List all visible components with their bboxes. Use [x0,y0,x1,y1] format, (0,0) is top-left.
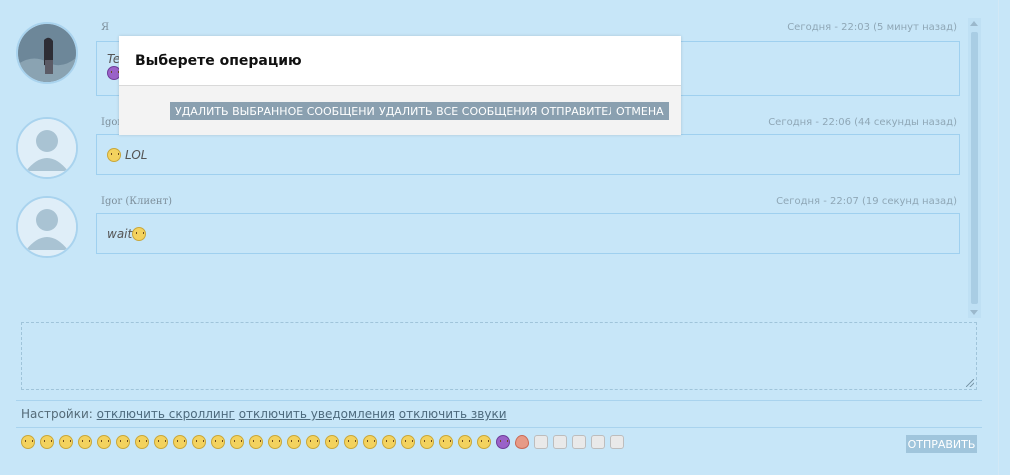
disable-notifications-link[interactable]: отключить уведомления [239,407,395,421]
message-input[interactable] [21,322,977,390]
blush-emoji-icon[interactable] [116,435,130,449]
grin-emoji-icon[interactable] [40,435,54,449]
tongue-wink-emoji-icon [132,226,147,241]
victory-emoji-icon[interactable] [591,435,605,449]
emoji-picker-bar [21,435,624,451]
resize-grip-icon[interactable] [966,379,974,387]
delete-all-button[interactable]: УДАЛИТЬ ВСЕ СООБЩЕНИЯ ОТПРАВИТЕЛЯ [374,102,630,120]
relieved-emoji-icon[interactable] [458,435,472,449]
rage-emoji-icon[interactable] [363,435,377,449]
scream-emoji-icon[interactable] [287,435,301,449]
delete-selected-button[interactable]: УДАЛИТЬ ВЫБРАННОЕ СООБЩЕНИЕ [170,102,387,120]
unamused-emoji-icon[interactable] [325,435,339,449]
scroll-down-icon[interactable] [970,310,978,315]
heart-eyes-emoji-icon[interactable] [135,435,149,449]
weary-emoji-icon[interactable] [268,435,282,449]
send-button[interactable]: ОТПРАВИТЬ [906,435,977,453]
smile-emoji-icon[interactable] [21,435,35,449]
message-timestamp: Сегодня - 22:06 (44 секунды назад) [768,117,957,128]
heart-emoji-icon[interactable] [515,435,529,449]
disable-scrolling-link[interactable]: отключить скроллинг [97,407,235,421]
settings-label: Настройки: [21,407,93,421]
smirk-emoji-icon[interactable] [192,435,206,449]
message-timestamp: Сегодня - 22:03 (5 минут назад) [787,22,957,33]
astonished-emoji-icon[interactable] [420,435,434,449]
point-up-emoji-icon[interactable] [572,435,586,449]
message-author: Igor (Клиент) [101,196,173,207]
dizzy-emoji-icon[interactable] [173,435,187,449]
message-item[interactable]: Igor (Клиент) Сегодня - 22:07 (19 секунд… [0,196,965,258]
message-scrollbar[interactable] [968,18,981,318]
cancel-button[interactable]: ОТМЕНА [611,102,669,120]
cry-emoji-icon[interactable] [249,435,263,449]
sleepy-emoji-icon[interactable] [477,435,491,449]
avatar-default [16,196,78,258]
scroll-thumb[interactable] [971,32,978,304]
message-bubble[interactable]: LOL [96,134,960,175]
sunglasses-emoji-icon[interactable] [154,435,168,449]
angel-emoji-icon[interactable] [382,435,396,449]
divider [16,427,982,428]
divider [16,400,982,401]
disable-sounds-link[interactable]: отключить звуки [399,407,507,421]
flushed-emoji-icon[interactable] [439,435,453,449]
scroll-up-icon[interactable] [970,21,978,26]
message-timestamp: Сегодня - 22:07 (19 секунд назад) [776,196,957,207]
avatar-default [16,117,78,179]
thumbs-up-emoji-icon[interactable] [534,435,548,449]
dialog-footer: УДАЛИТЬ ВЫБРАННОЕ СООБЩЕНИЕ УДАЛИТЬ ВСЕ … [119,86,681,135]
settings-row: Настройки: отключить скроллинг отключить… [21,407,507,421]
cold-sweat-emoji-icon[interactable] [401,435,415,449]
tongue-emoji-icon[interactable] [97,435,111,449]
message-text: LOL [125,147,148,162]
angel-emoji-icon [107,147,121,162]
sweat-emoji-icon[interactable] [230,435,244,449]
message-text: wait [107,226,133,241]
message-bubble[interactable]: wait [96,213,960,254]
angry-emoji-icon[interactable] [344,435,358,449]
expressionless-emoji-icon[interactable] [306,435,320,449]
operation-dialog: Выберете операцию УДАЛИТЬ ВЫБРАННОЕ СООБ… [119,36,681,135]
neutral-emoji-icon[interactable] [211,435,225,449]
wink-emoji-icon[interactable] [59,435,73,449]
ok-hand-emoji-icon[interactable] [610,435,624,449]
laugh-emoji-icon[interactable] [78,435,92,449]
thumbs-down-emoji-icon[interactable] [553,435,567,449]
avatar-photo [16,22,78,84]
dialog-title: Выберете операцию [135,53,302,69]
message-author: Я [101,22,110,33]
dialog-header: Выберете операцию [119,36,681,86]
devil-emoji-icon[interactable] [496,435,510,449]
